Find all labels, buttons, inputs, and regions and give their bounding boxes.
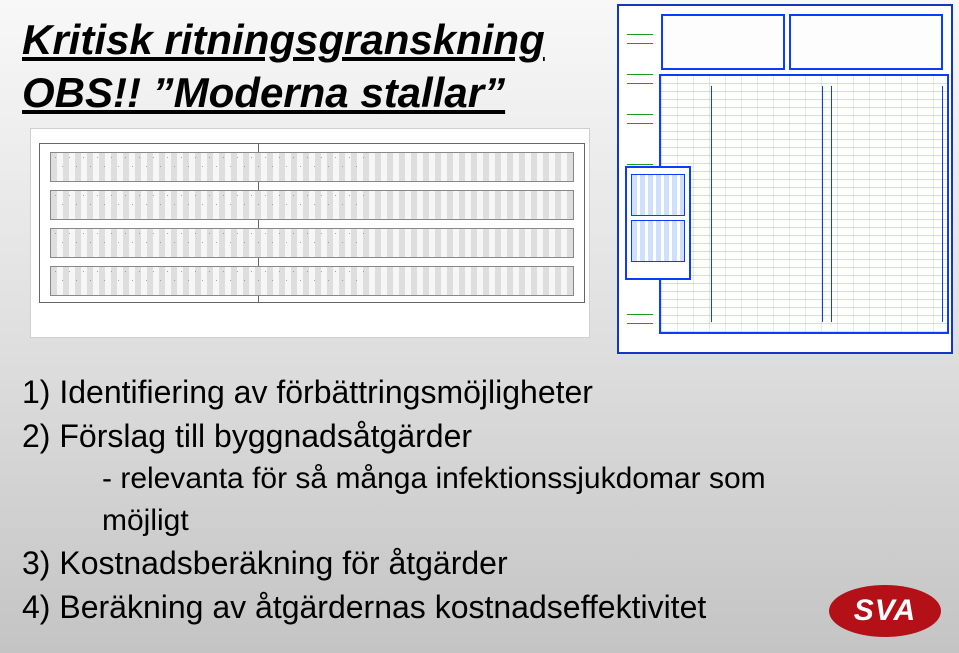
blueprint-large-annex-pen xyxy=(631,220,685,262)
body-text: 1) Identifiering av förbättringsmöjlighe… xyxy=(22,370,802,629)
blueprint-small-outline xyxy=(39,143,585,303)
point-1: 1) Identifiering av förbättringsmöjlighe… xyxy=(22,370,802,414)
blueprint-small-bays xyxy=(44,148,580,298)
blueprint-large xyxy=(617,4,953,354)
blueprint-large-room xyxy=(789,14,943,70)
point-2: 2) Förslag till byggnadsåtgärder xyxy=(22,414,802,458)
slide-title: Kritisk ritningsgranskning OBS!! ”Modern… xyxy=(22,14,545,119)
blueprint-large-room xyxy=(661,14,785,70)
blueprint-small-bay xyxy=(50,152,574,182)
blueprint-large-annex xyxy=(625,166,691,280)
sva-logo: SVA xyxy=(829,583,941,639)
blueprint-large-stall-row xyxy=(711,86,823,322)
blueprint-large-stall-row xyxy=(831,86,943,322)
slide: Kritisk ritningsgranskning OBS!! ”Modern… xyxy=(0,0,959,653)
blueprint-small xyxy=(30,128,590,338)
point-4: 4) Beräkning av åtgärdernas kostnadseffe… xyxy=(22,585,802,629)
blueprint-large-annex-pen xyxy=(631,174,685,216)
blueprint-large-hall xyxy=(659,74,949,334)
title-line-2: OBS!! ”Moderna stallar” xyxy=(22,67,545,120)
point-2-sub: - relevanta för så många infektionssjukd… xyxy=(22,458,802,541)
blueprint-small-bay xyxy=(50,190,574,220)
title-line-1: Kritisk ritningsgranskning xyxy=(22,14,545,67)
blueprint-small-bay xyxy=(50,228,574,258)
point-3: 3) Kostnadsberäkning för åtgärder xyxy=(22,541,802,585)
sva-logo-text: SVA xyxy=(829,587,941,639)
blueprint-small-bay xyxy=(50,266,574,296)
